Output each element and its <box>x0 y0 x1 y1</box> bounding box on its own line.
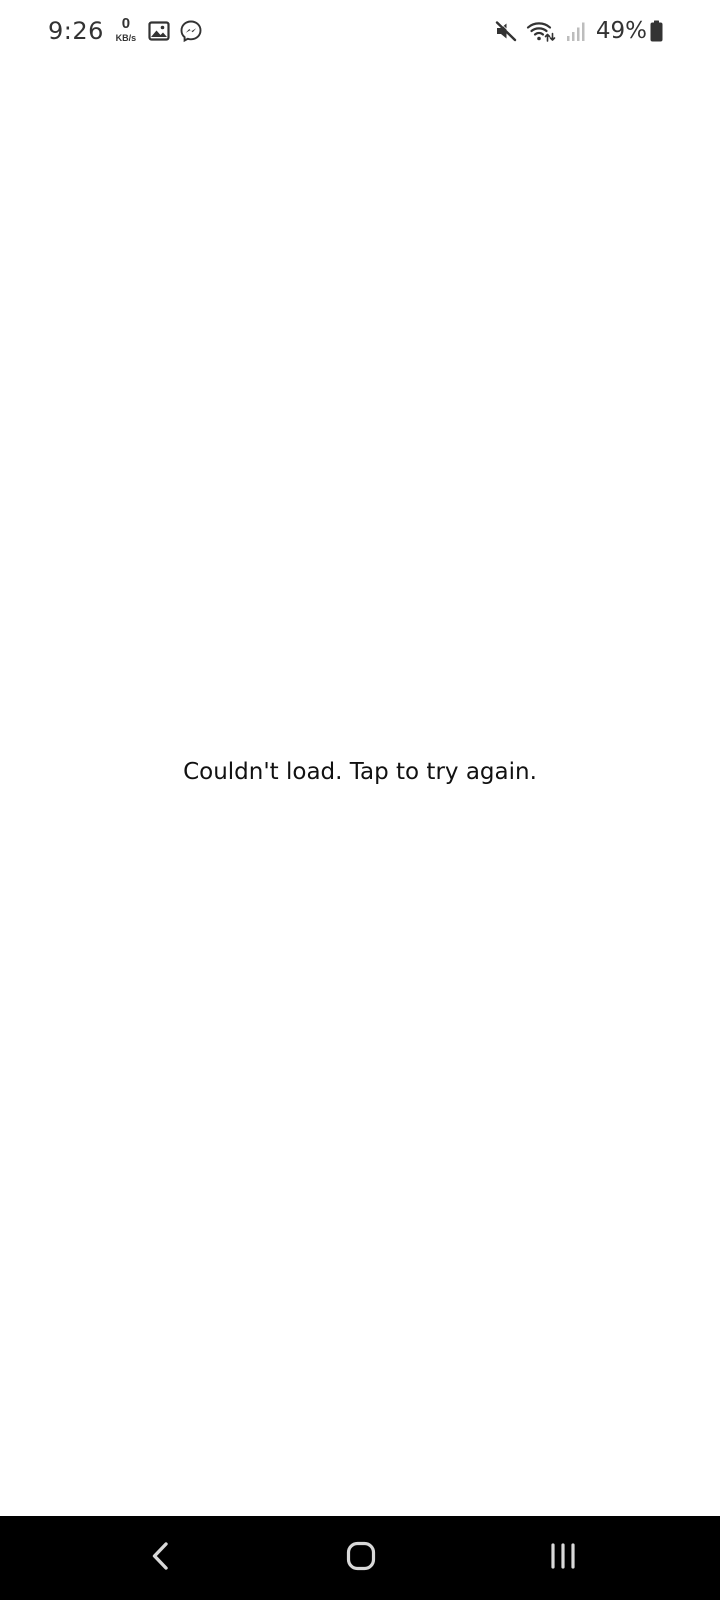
clock: 9:26 <box>48 17 104 45</box>
status-bar-right: 49% <box>486 13 663 49</box>
mute-icon <box>494 19 518 43</box>
back-button[interactable] <box>137 1534 185 1582</box>
navigation-bar <box>0 1516 720 1600</box>
recents-icon <box>539 1532 587 1584</box>
battery-percentage: 49% <box>595 18 647 44</box>
battery-icon <box>650 20 663 42</box>
content-area[interactable]: Couldn't load. Tap to try again. <box>0 62 720 1516</box>
signal-icon <box>564 19 588 43</box>
network-speed-unit: KB/s <box>115 33 137 43</box>
recents-button[interactable] <box>539 1534 587 1582</box>
home-icon <box>337 1532 385 1584</box>
status-bar-left: 9:26 0 KB/s <box>48 13 203 49</box>
back-icon <box>137 1532 185 1584</box>
screen: 9:26 0 KB/s 49% Couldn't load. Tap to tr… <box>0 0 720 1600</box>
gallery-icon <box>147 19 171 43</box>
messenger-icon <box>179 19 203 43</box>
wifi-icon <box>526 19 556 43</box>
retry-message[interactable]: Couldn't load. Tap to try again. <box>0 759 720 785</box>
home-button[interactable] <box>337 1534 385 1582</box>
status-bar: 9:26 0 KB/s 49% <box>0 0 720 62</box>
network-speed-value: 0 <box>121 15 131 32</box>
network-speed-indicator: 0 KB/s <box>113 15 139 47</box>
